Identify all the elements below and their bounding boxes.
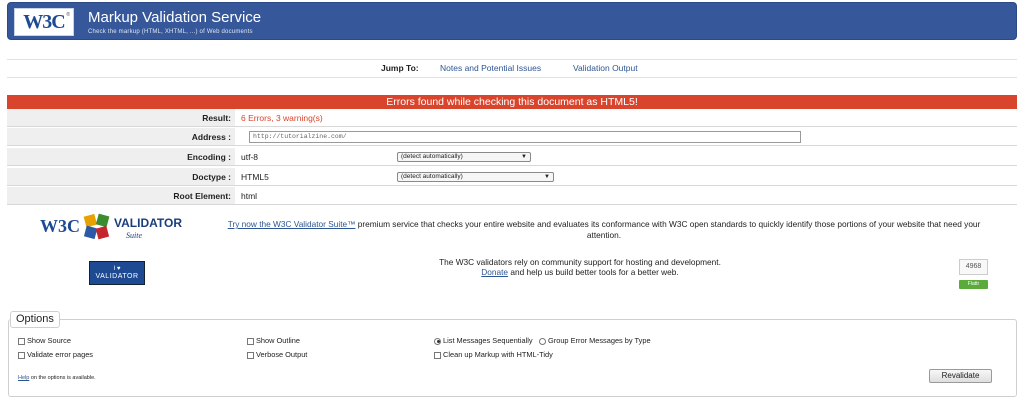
result-label: Result: (7, 109, 235, 126)
flattr-button[interactable]: Flattr (959, 280, 988, 289)
doctype-value: HTML5 (241, 172, 269, 182)
validator-suite-link[interactable]: Try now the W3C Validator Suite™ (228, 219, 356, 229)
show-source-option[interactable]: Show Source (18, 336, 71, 346)
options-help: Help on the options is available. (18, 375, 96, 381)
chevron-down-icon: ▼ (521, 154, 527, 160)
ilove-bottom: VALIDATOR (95, 273, 139, 280)
help-text: on the options is available. (29, 375, 96, 381)
w3c-logo-text: W3C (23, 10, 65, 33)
group-by-type-option[interactable]: Group Error Messages by Type (539, 336, 651, 346)
validate-error-pages-option[interactable]: Validate error pages (18, 350, 93, 360)
chevron-down-icon: ▼ (544, 174, 550, 180)
encoding-label: Encoding : (7, 148, 235, 165)
page-subtitle: Check the markup (HTML, XHTML, ...) of W… (88, 29, 253, 35)
doctype-select[interactable]: (detect automatically) ▼ (397, 172, 554, 182)
registered-mark: ® (66, 12, 70, 18)
promo-text: Try now the W3C Validator Suite™ premium… (214, 219, 994, 241)
jump-label: Jump To: (381, 63, 419, 73)
result-row: Result: 6 Errors, 3 warning(s) (7, 109, 1017, 127)
promo-body: premium service that checks your entire … (355, 219, 981, 240)
verbose-output-option[interactable]: Verbose Output (247, 350, 307, 360)
result-value: 6 Errors, 3 warning(s) (241, 113, 323, 123)
validator-suite-subtitle: Suite (126, 231, 142, 240)
list-sequential-radio[interactable] (434, 337, 441, 345)
root-element-row: Root Element: html (7, 187, 1017, 205)
donate-line1: The W3C validators rely on community sup… (439, 257, 721, 267)
show-outline-checkbox[interactable] (247, 337, 254, 345)
show-outline-option[interactable]: Show Outline (247, 336, 300, 346)
validate-error-pages-label: Validate error pages (27, 350, 94, 359)
root-element-label: Root Element: (7, 187, 235, 204)
encoding-select-value: (detect automatically) (401, 153, 463, 160)
donate-link[interactable]: Donate (481, 267, 508, 277)
group-by-type-label: Group Error Messages by Type (548, 336, 651, 345)
flattr-label: Flattr (967, 281, 980, 287)
validate-error-pages-checkbox[interactable] (18, 351, 25, 359)
help-link[interactable]: Help (18, 375, 29, 381)
cleanup-tidy-checkbox[interactable] (434, 351, 441, 359)
cleanup-tidy-option[interactable]: Clean up Markup with HTML-Tidy (434, 350, 553, 360)
page-title: Markup Validation Service (88, 9, 262, 26)
i-love-validator-badge[interactable]: I ♥ VALIDATOR (89, 261, 145, 285)
revalidate-button[interactable]: Revalidate (929, 369, 992, 383)
list-sequential-label: List Messages Sequentially (443, 336, 533, 345)
flattr-counter: 4968 (959, 259, 988, 275)
cleanup-tidy-label: Clean up Markup with HTML-Tidy (443, 350, 553, 359)
jump-output-link[interactable]: Validation Output (573, 63, 638, 73)
doctype-row: Doctype : HTML5 (detect automatically) ▼ (7, 168, 1017, 186)
jump-bar: Jump To: Notes and Potential Issues Vali… (7, 59, 1017, 78)
root-element-value: html (241, 191, 258, 201)
doctype-label: Doctype : (7, 168, 235, 185)
validator-suite-logo[interactable]: W3C VALIDATOR Suite (40, 212, 190, 246)
options-legend: Options (10, 311, 60, 328)
encoding-row: Encoding : utf-8 (detect automatically) … (7, 148, 1017, 166)
show-source-label: Show Source (27, 336, 71, 345)
verbose-output-label: Verbose Output (256, 350, 308, 359)
verbose-output-checkbox[interactable] (247, 351, 254, 359)
donate-text: The W3C validators rely on community sup… (330, 257, 830, 277)
doctype-select-value: (detect automatically) (401, 173, 463, 180)
encoding-value: utf-8 (241, 152, 259, 162)
donate-line2: and help us build better tools for a bet… (508, 267, 679, 277)
validator-suite-w3c: W3C (40, 216, 80, 236)
validator-suite-title: VALIDATOR (114, 216, 182, 230)
puzzle-icon (83, 213, 110, 240)
show-outline-label: Show Outline (256, 336, 300, 345)
address-label: Address : (7, 128, 235, 145)
list-sequential-option[interactable]: List Messages Sequentially (434, 336, 533, 346)
error-status-banner: Errors found while checking this documen… (7, 95, 1017, 109)
group-by-type-radio[interactable] (539, 337, 546, 345)
header-banner: W3C ® Markup Validation Service Check th… (7, 2, 1017, 40)
address-row: Address : http://tutorialzine.com/ (7, 128, 1017, 146)
show-source-checkbox[interactable] (18, 337, 25, 345)
address-input[interactable]: http://tutorialzine.com/ (249, 131, 801, 143)
ilove-top: I ♥ (113, 266, 121, 272)
jump-notes-link[interactable]: Notes and Potential Issues (440, 63, 541, 73)
w3c-logo[interactable]: W3C ® (14, 8, 74, 36)
encoding-select[interactable]: (detect automatically) ▼ (397, 152, 531, 162)
